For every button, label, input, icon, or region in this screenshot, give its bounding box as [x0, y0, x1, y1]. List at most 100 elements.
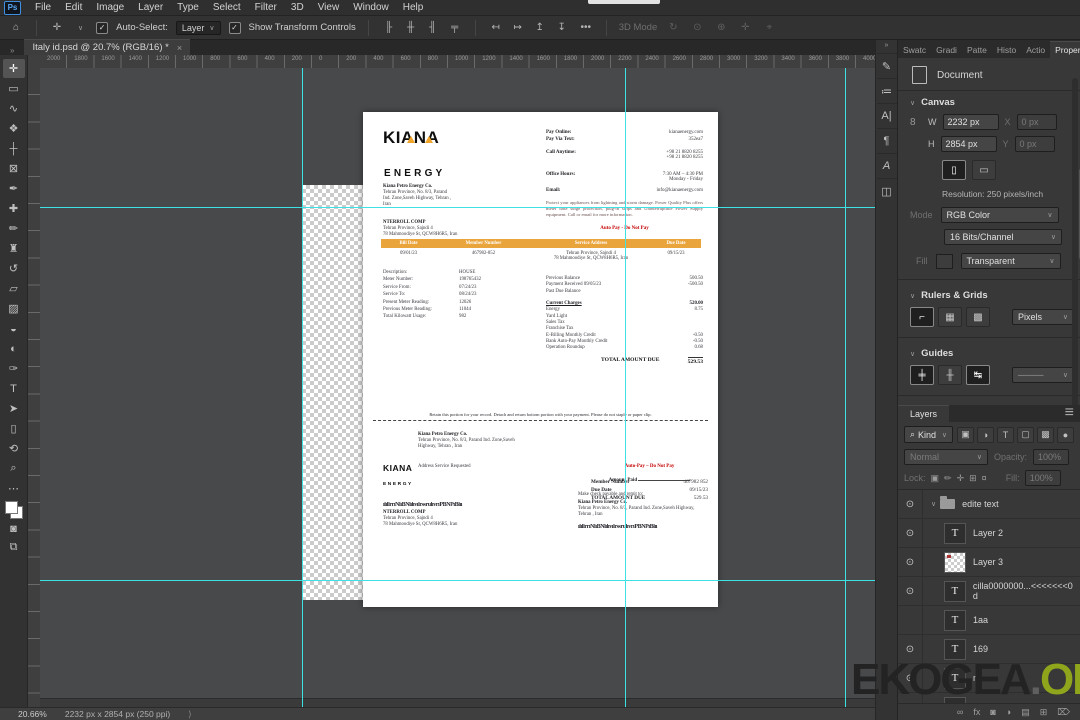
layer-visibility-toggle[interactable]: ⊙ [898, 490, 923, 518]
pen-tool[interactable]: ✑ [3, 359, 25, 378]
lock-icon[interactable]: ¤ [982, 473, 987, 484]
layer-name[interactable]: edite text [962, 499, 999, 509]
brush-settings-panel[interactable]: ✎ [876, 53, 897, 78]
text-layer-thumbnail[interactable]: T [944, 522, 966, 544]
guides-toggle[interactable]: ╪ [910, 365, 934, 385]
align-icon[interactable]: ╫ [403, 22, 419, 33]
expand-panels-icon[interactable]: » [885, 42, 889, 49]
horizontal-ruler[interactable]: 2000 1800 1600 1400 1200 1000 800 600 400 200 0 200… [40, 55, 875, 69]
guide-style-dropdown[interactable]: ──── ∨ [1012, 367, 1074, 383]
move-tool-icon[interactable]: ✛ [49, 22, 65, 33]
tab-patte[interactable]: Patte [962, 42, 992, 58]
canvas-section-header[interactable]: ∨ Canvas [898, 91, 1080, 112]
layer-row[interactable]: ⊙ Tcilla0000000...<<<<<<<0 d [898, 577, 1080, 606]
layer-filter-icon[interactable]: ◑ [977, 426, 994, 443]
bill-document-page[interactable]: KIANA ENERGY Kiana Petro Energy Co. Tehra… [363, 112, 718, 607]
width-field[interactable]: 2232 px [942, 114, 999, 130]
eraser-tool[interactable]: ▱ [3, 279, 25, 298]
menu-edit[interactable]: Edit [65, 2, 82, 13]
distribute-icon[interactable]: ↧ [554, 22, 570, 33]
foreground-background-swatches[interactable] [4, 501, 23, 519]
layer-visibility-toggle[interactable] [898, 606, 923, 634]
tab-actio[interactable]: Actio [1021, 42, 1050, 58]
move-tool[interactable]: ✛ [2, 59, 25, 78]
edit-toolbar[interactable]: ⋯ [3, 479, 25, 498]
layer-row[interactable]: ⊙ T Layer 2 [898, 519, 1080, 548]
text-layer-thumbnail[interactable]: T [943, 580, 966, 602]
layer-visibility-toggle[interactable]: ⊙ [898, 548, 923, 576]
lock-icon[interactable]: ✏ [944, 473, 952, 484]
screen-mode-icon[interactable]: ⧉ [3, 538, 25, 557]
link-dimensions-icon[interactable]: 8 [910, 117, 922, 128]
align-icon[interactable]: ╤ [447, 22, 463, 33]
auto-select-target-dropdown[interactable]: Layer ∨ [175, 20, 221, 35]
distribute-icon[interactable]: ↤ [488, 22, 504, 33]
layer-name[interactable]: cilla0000000...<<<<<<<0 d [973, 581, 1080, 601]
layer-filter-icon[interactable]: ● [1057, 426, 1074, 443]
frame-tool[interactable]: ⊠ [3, 159, 25, 178]
layer-name[interactable]: Layer 2 [973, 528, 1003, 538]
zoom-tool[interactable]: ⌕ [3, 459, 25, 478]
align-icon[interactable]: ╟ [381, 22, 397, 33]
canvas-area[interactable]: KIANA ENERGY Kiana Petro Energy Co. Tehra… [40, 68, 875, 707]
layers-menu-icon[interactable]: ≡ [1059, 404, 1080, 422]
blend-mode-dropdown[interactable]: Normal ∨ [904, 449, 988, 465]
show-transform-checkbox[interactable]: ✓ [228, 21, 241, 34]
rulers-grids-toggle[interactable]: ▩ [966, 307, 990, 327]
layer-thumbnail[interactable] [944, 551, 966, 573]
tab-collapse-icon[interactable]: » [0, 46, 24, 55]
lasso-tool[interactable]: ∿ [3, 99, 25, 118]
rulers-grids-section-header[interactable]: ∨ Rulers & Grids [898, 284, 1080, 305]
y-field[interactable]: 0 px [1014, 136, 1055, 152]
tab-properties[interactable]: Properties [1050, 41, 1080, 58]
tab-histo[interactable]: Histo [992, 42, 1021, 58]
align-icon[interactable]: ╢ [425, 22, 441, 33]
layer-name[interactable]: 169 [973, 644, 988, 654]
paragraph-panel[interactable]: ¶ [876, 128, 897, 153]
layer-visibility-toggle[interactable]: ⊙ [898, 577, 923, 605]
menu-layer[interactable]: Layer [138, 2, 163, 13]
zoom-level[interactable]: 20.66% [18, 709, 47, 719]
dodge-tool[interactable]: ◐ [3, 339, 25, 358]
horizontal-scrollbar[interactable] [40, 698, 875, 707]
auto-select-checkbox[interactable]: ✓ [96, 21, 109, 34]
type-tool[interactable]: T [3, 379, 25, 398]
rulers-grids-toggle[interactable]: ⌐ [910, 307, 934, 327]
ruler-units-dropdown[interactable]: Pixels ∨ [1012, 309, 1074, 325]
landscape-orientation-button[interactable]: ▭ [972, 160, 996, 180]
clone-stamp-tool[interactable]: ♜ [3, 239, 25, 258]
quick-mask-icon[interactable]: ◙ [3, 519, 25, 538]
guide-horizontal[interactable] [40, 580, 875, 581]
gradient-tool[interactable]: ▨ [3, 299, 25, 318]
brush-presets-panel[interactable]: ≔ [876, 78, 897, 103]
layer-filter-icon[interactable]: ▩ [1037, 426, 1054, 443]
chevron-down-icon[interactable]: ∨ [931, 500, 936, 508]
tab-gradi[interactable]: Gradi [931, 42, 962, 58]
lock-icon[interactable]: ✛ [957, 473, 965, 484]
document-tab[interactable]: Italy id.psd @ 20.7% (RGB/16) * × [24, 39, 191, 55]
layer-row[interactable]: T 1aa [898, 606, 1080, 635]
layer-filter-icon[interactable]: ▢ [1017, 426, 1034, 443]
lock-icon[interactable]: ▣ [931, 473, 940, 484]
portrait-orientation-button[interactable]: ▯ [942, 160, 966, 180]
guides-toggle[interactable]: ╫ [938, 365, 962, 385]
menu-type[interactable]: Type [177, 2, 199, 13]
guides-section-header[interactable]: ∨ Guides [898, 342, 1080, 363]
guides-toggle[interactable]: ↹ [966, 365, 990, 385]
height-field[interactable]: 2854 px [940, 136, 997, 152]
brush-tool[interactable]: ✏ [3, 219, 25, 238]
layer-visibility-toggle[interactable]: ⊙ [898, 519, 923, 547]
opacity-field[interactable]: 100% [1033, 449, 1070, 465]
menu-file[interactable]: File [35, 2, 51, 13]
menu-view[interactable]: View [318, 2, 340, 13]
layer-filter-kind-dropdown[interactable]: ⌕ Kind ∨ [904, 426, 953, 443]
new-group-icon[interactable]: ▤ [1021, 707, 1030, 718]
menu-help[interactable]: Help [403, 2, 424, 13]
layer-mask-icon[interactable]: ◙ [990, 707, 995, 717]
menu-select[interactable]: Select [213, 2, 241, 13]
adjustment-layer-icon[interactable]: ◑ [1006, 707, 1011, 717]
layer-filter-icon[interactable]: ▣ [957, 426, 974, 443]
distribute-icon[interactable]: ↦ [510, 22, 526, 33]
text-layer-thumbnail[interactable]: T [944, 609, 966, 631]
distribute-icon[interactable]: ↥ [532, 22, 548, 33]
